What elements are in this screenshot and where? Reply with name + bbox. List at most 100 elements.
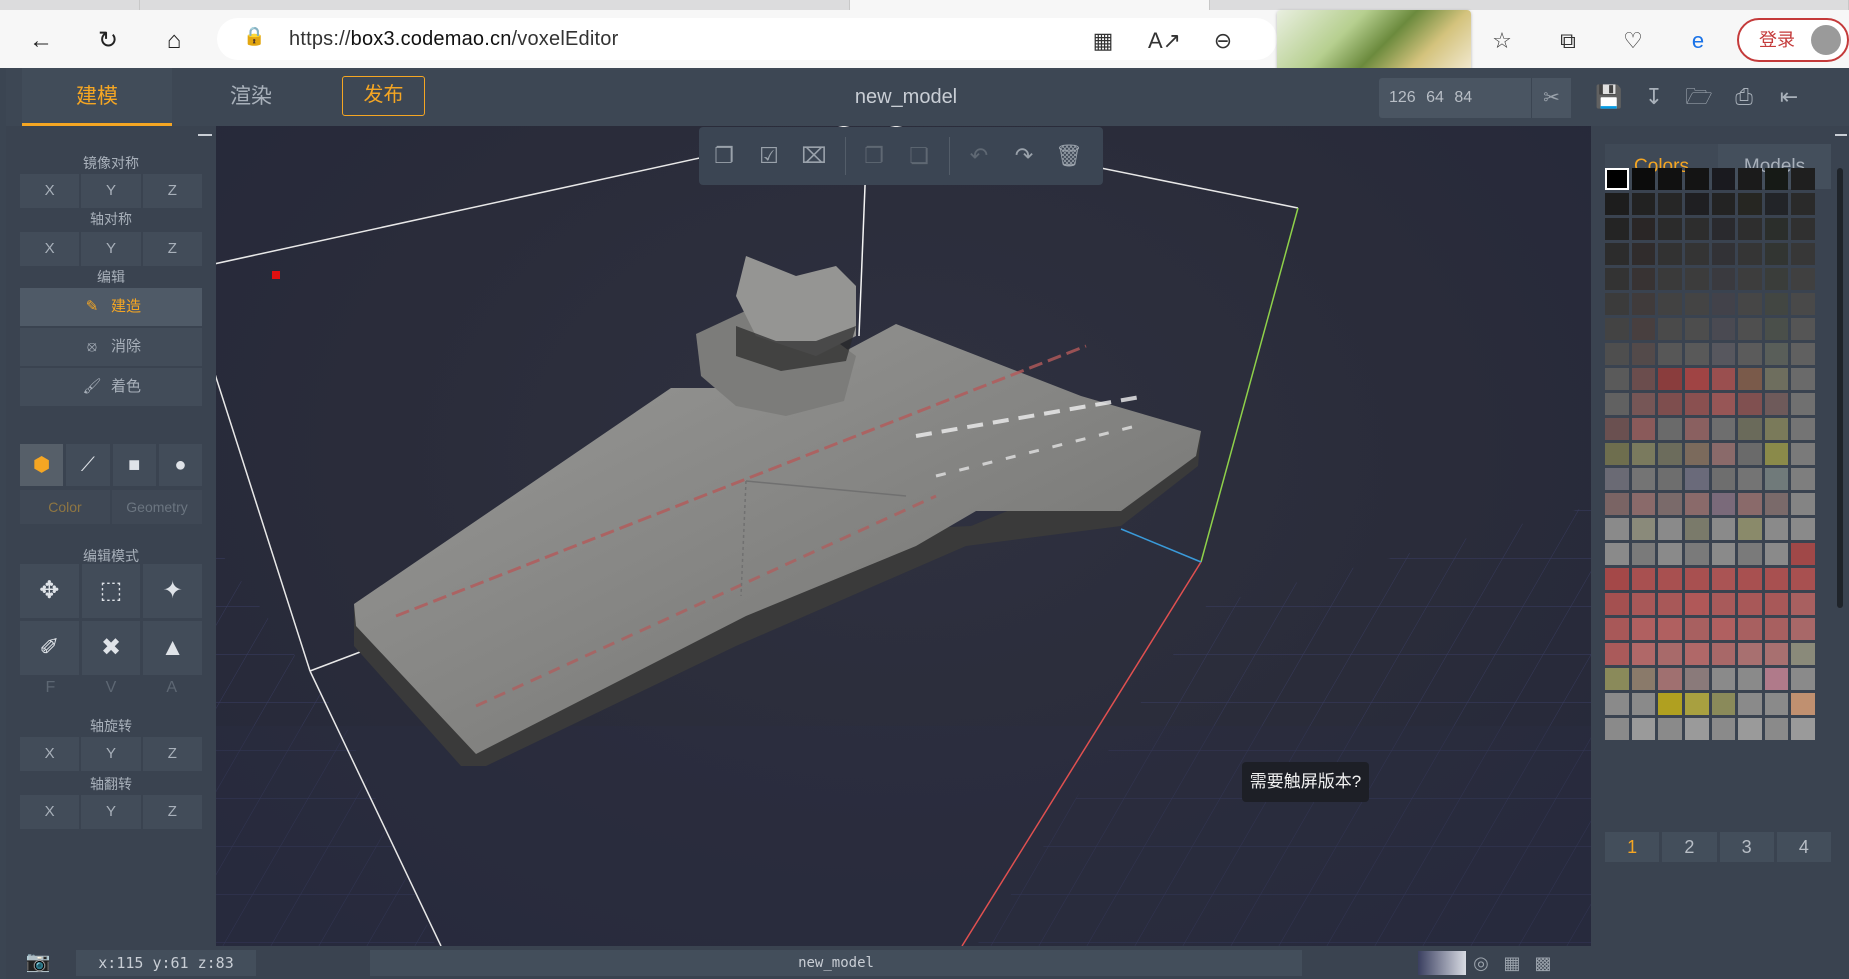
color-swatch[interactable]: [1658, 393, 1682, 415]
color-swatch[interactable]: [1605, 718, 1629, 740]
background-gradient-swatch[interactable]: [1418, 951, 1466, 975]
color-swatch[interactable]: [1631, 368, 1656, 390]
color-swatch[interactable]: [1684, 468, 1709, 490]
color-swatch[interactable]: [1791, 568, 1815, 590]
color-swatch[interactable]: [1791, 693, 1815, 715]
color-swatch[interactable]: [1631, 718, 1656, 740]
color-swatch[interactable]: [1791, 343, 1815, 365]
color-swatch[interactable]: [1738, 218, 1762, 240]
flip-z-button[interactable]: Z: [142, 795, 202, 829]
color-swatch[interactable]: [1658, 543, 1682, 565]
color-swatch[interactable]: [1631, 218, 1656, 240]
color-swatch[interactable]: [1631, 443, 1656, 465]
face-mode-button[interactable]: F: [20, 671, 81, 705]
color-swatch[interactable]: [1764, 668, 1789, 690]
remove-selection-icon[interactable]: ✖: [81, 621, 141, 675]
color-swatch[interactable]: [1791, 493, 1815, 515]
color-swatch[interactable]: [1658, 493, 1682, 515]
square-icon[interactable]: ■: [112, 444, 156, 486]
color-swatch[interactable]: [1764, 543, 1789, 565]
color-swatch[interactable]: [1658, 243, 1682, 265]
color-swatch[interactable]: [1764, 643, 1789, 665]
palette-scrollbar[interactable]: [1837, 168, 1843, 608]
group-icon[interactable]: ❐: [859, 141, 889, 171]
color-swatch[interactable]: [1658, 218, 1682, 240]
color-swatch[interactable]: [1711, 418, 1736, 440]
palette-page-2[interactable]: 2: [1662, 832, 1717, 862]
color-swatch[interactable]: [1738, 693, 1762, 715]
color-swatch[interactable]: [1658, 593, 1682, 615]
copy-icon[interactable]: ❐: [709, 141, 739, 171]
color-tab[interactable]: Color: [20, 490, 110, 524]
color-swatch[interactable]: [1631, 568, 1656, 590]
color-swatch[interactable]: [1764, 518, 1789, 540]
color-swatch[interactable]: [1711, 693, 1736, 715]
color-swatch[interactable]: [1764, 293, 1789, 315]
color-swatch[interactable]: [1764, 268, 1789, 290]
tab-render[interactable]: 渲染: [176, 68, 326, 126]
color-swatch[interactable]: [1658, 693, 1682, 715]
color-swatch[interactable]: [1605, 668, 1629, 690]
color-swatch[interactable]: [1684, 643, 1709, 665]
color-swatch[interactable]: [1631, 293, 1656, 315]
color-swatch[interactable]: [1764, 568, 1789, 590]
color-swatch[interactable]: [1764, 168, 1789, 190]
cut-selection-icon[interactable]: ⌧: [799, 141, 829, 171]
color-swatch[interactable]: [1631, 393, 1656, 415]
browser-essentials-icon[interactable]: ♡: [1618, 26, 1648, 56]
model-name-field[interactable]: new_model: [370, 950, 1302, 976]
browser-tab[interactable]: [0, 0, 140, 10]
color-swatch[interactable]: [1631, 343, 1656, 365]
color-swatch[interactable]: [1605, 543, 1629, 565]
download-icon[interactable]: ↧: [1639, 82, 1669, 112]
color-swatch[interactable]: [1605, 218, 1629, 240]
color-swatch[interactable]: [1764, 243, 1789, 265]
trash-icon[interactable]: 🗑: [1054, 141, 1084, 171]
color-swatch[interactable]: [1684, 243, 1709, 265]
color-swatch[interactable]: [1791, 643, 1815, 665]
color-swatch[interactable]: [1738, 468, 1762, 490]
rotate-y-button[interactable]: Y: [81, 737, 141, 771]
collapse-icon[interactable]: [1835, 134, 1847, 136]
color-swatch[interactable]: [1631, 418, 1656, 440]
color-swatch[interactable]: [1684, 518, 1709, 540]
color-swatch[interactable]: [1738, 418, 1762, 440]
color-swatch[interactable]: [1658, 618, 1682, 640]
move-icon[interactable]: ✥: [20, 564, 79, 618]
color-swatch[interactable]: [1658, 643, 1682, 665]
fill-bucket-icon[interactable]: ▲: [143, 621, 202, 675]
crop-icon[interactable]: ✂: [1531, 78, 1571, 118]
touch-version-tooltip[interactable]: 需要触屏版本?: [1242, 762, 1369, 802]
address-bar[interactable]: 🔒 https://box3.codemao.cn/voxelEditor: [217, 18, 1277, 60]
color-swatch[interactable]: [1631, 168, 1656, 190]
color-swatch[interactable]: [1631, 193, 1656, 215]
color-swatch[interactable]: [1658, 518, 1682, 540]
color-swatch[interactable]: [1684, 668, 1709, 690]
color-swatch[interactable]: [1738, 318, 1762, 340]
color-swatch[interactable]: [1711, 643, 1736, 665]
color-swatch[interactable]: [1684, 343, 1709, 365]
color-swatch[interactable]: [1711, 268, 1736, 290]
color-swatch[interactable]: [1711, 243, 1736, 265]
eyedropper-icon[interactable]: ✐: [20, 621, 79, 675]
color-swatch[interactable]: [1791, 268, 1815, 290]
color-swatch[interactable]: [1631, 493, 1656, 515]
color-swatch[interactable]: [1684, 568, 1709, 590]
color-swatch[interactable]: [1711, 368, 1736, 390]
color-swatch[interactable]: [1791, 593, 1815, 615]
color-swatch[interactable]: [1605, 193, 1629, 215]
color-swatch[interactable]: [1684, 393, 1709, 415]
color-swatch[interactable]: [1658, 318, 1682, 340]
color-swatch[interactable]: [1764, 418, 1789, 440]
redo-icon[interactable]: ↷: [1009, 141, 1039, 171]
color-swatch[interactable]: [1658, 668, 1682, 690]
color-swatch[interactable]: [1684, 493, 1709, 515]
ie-mode-icon[interactable]: e: [1683, 26, 1713, 56]
color-swatch[interactable]: [1605, 443, 1629, 465]
palette-page-3[interactable]: 3: [1719, 832, 1774, 862]
color-swatch[interactable]: [1738, 268, 1762, 290]
color-swatch[interactable]: [1605, 343, 1629, 365]
color-swatch[interactable]: [1711, 318, 1736, 340]
color-swatch[interactable]: [1631, 693, 1656, 715]
color-swatch[interactable]: [1711, 668, 1736, 690]
